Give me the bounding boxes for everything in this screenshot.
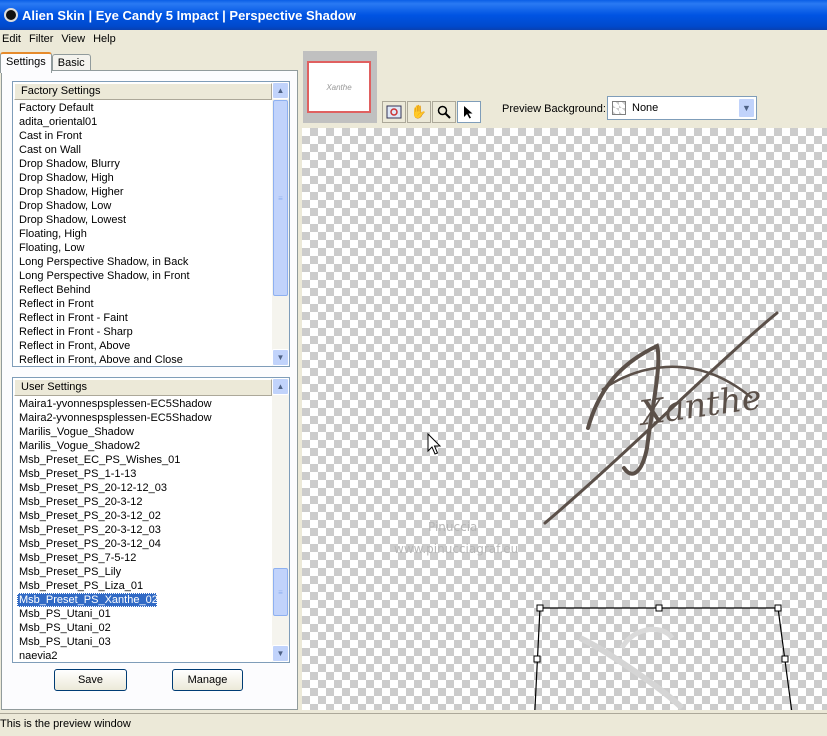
factory-settings-header[interactable]: Factory Settings xyxy=(14,83,272,100)
scroll-down-icon[interactable]: ▼ xyxy=(272,349,289,366)
pointer-icon[interactable] xyxy=(457,101,481,123)
list-item[interactable]: Floating, Low xyxy=(14,241,272,255)
app-icon xyxy=(4,8,18,22)
transform-handle xyxy=(781,655,789,663)
user-settings-header[interactable]: User Settings xyxy=(14,379,272,396)
list-item[interactable]: Cast on Wall xyxy=(14,143,272,157)
transform-handle xyxy=(533,655,541,663)
user-settings-scrollbar[interactable]: ▲ ≡ ▼ xyxy=(272,378,289,662)
watermark-url: www.pinucciagraf.eu xyxy=(394,542,519,556)
list-item[interactable]: Msb_Preset_PS_7-5-12 xyxy=(14,551,272,565)
list-item[interactable]: Maira1-yvonnespsplessen-EC5Shadow xyxy=(14,397,272,411)
status-bar: This is the preview window xyxy=(0,713,827,736)
preview-background-value: None xyxy=(632,102,659,114)
list-item[interactable]: Msb_Preset_PS_20-12-12_03 xyxy=(14,481,272,495)
list-item[interactable]: naevia2 xyxy=(14,649,272,663)
scroll-thumb[interactable]: ≡ xyxy=(273,568,288,616)
preview-toolbar: ✋ xyxy=(382,101,481,123)
list-item[interactable]: Msb_PS_Utani_03 xyxy=(14,635,272,649)
list-item[interactable]: Reflect in Front xyxy=(14,297,272,311)
list-item[interactable]: Long Perspective Shadow, in Back xyxy=(14,255,272,269)
list-item[interactable]: Msb_Preset_PS_1-1-13 xyxy=(14,467,272,481)
list-item[interactable]: Reflect in Front, Above and Close xyxy=(14,353,272,367)
menu-view[interactable]: View xyxy=(59,33,91,45)
title-bar: Alien Skin | Eye Candy 5 Impact | Perspe… xyxy=(0,0,827,30)
list-item[interactable]: Reflect in Front, Above xyxy=(14,339,272,353)
preview-canvas[interactable]: Xanthe Pinuccia www.pinucciagraf.eu xyxy=(302,128,827,710)
transform-handle xyxy=(536,604,544,612)
window-title: Alien Skin | Eye Candy 5 Impact | Perspe… xyxy=(22,7,356,23)
list-item[interactable]: Long Perspective Shadow, in Front xyxy=(14,269,272,283)
shadow-ghost-stroke xyxy=(619,626,675,650)
list-item[interactable]: Reflect Behind xyxy=(14,283,272,297)
thumbnail-artwork: Xanthe xyxy=(326,82,352,92)
menu-bar: Edit Filter View Help xyxy=(0,30,827,48)
list-item[interactable]: Msb_Preset_PS_20-3-12_02 xyxy=(14,509,272,523)
list-item[interactable]: Msb_Preset_PS_20-3-12_03 xyxy=(14,523,272,537)
list-item[interactable]: Msb_Preset_PS_20-3-12_04 xyxy=(14,537,272,551)
preview-panel: Xanthe ✋ Preview Background: None ▼ Xant… xyxy=(300,48,827,710)
factory-settings-scrollbar[interactable]: ▲ ≡ ▼ xyxy=(272,82,289,366)
list-item[interactable]: Drop Shadow, Blurry xyxy=(14,157,272,171)
list-item[interactable]: Reflect in Front - Faint xyxy=(14,311,272,325)
save-button[interactable]: Save xyxy=(54,669,127,691)
list-item[interactable]: Floating, High xyxy=(14,227,272,241)
scroll-down-icon[interactable]: ▼ xyxy=(272,645,289,662)
factory-settings-items: Factory Default adita_oriental01 Cast in F… xyxy=(14,101,272,367)
tab-settings[interactable]: Settings xyxy=(0,52,52,73)
preview-artwork: Xanthe xyxy=(427,311,793,710)
menu-help[interactable]: Help xyxy=(91,33,122,45)
list-item[interactable]: Cast in Front xyxy=(14,129,272,143)
tab-strip: Settings Basic xyxy=(0,52,91,73)
settings-tab-body: Factory Settings Factory Default adita_or… xyxy=(1,70,298,710)
list-item[interactable]: Msb_Preset_PS_Lily xyxy=(14,565,272,579)
user-settings-items: Maira1-yvonnespsplessen-EC5Shadow Maira2-… xyxy=(14,397,272,663)
list-item[interactable]: Msb_PS_Utani_02 xyxy=(14,621,272,635)
chevron-down-icon[interactable]: ▼ xyxy=(738,98,755,118)
shadow-ghost-stroke xyxy=(578,635,685,710)
list-item[interactable]: Msb_PS_Utani_01 xyxy=(14,607,272,621)
menu-filter[interactable]: Filter xyxy=(27,33,59,45)
manage-button[interactable]: Manage xyxy=(172,669,243,691)
settings-panel: Settings Basic Factory Settings Factory … xyxy=(0,48,300,710)
list-item[interactable]: Drop Shadow, Low xyxy=(14,199,272,213)
scroll-up-icon[interactable]: ▲ xyxy=(272,82,289,99)
list-item[interactable]: Marilis_Vogue_Shadow xyxy=(14,425,272,439)
menu-edit[interactable]: Edit xyxy=(0,33,27,45)
list-item[interactable]: Msb_Preset_PS_20-3-12 xyxy=(14,495,272,509)
list-item[interactable]: Msb_Preset_PS_Xanthe_02 xyxy=(17,593,158,607)
list-item[interactable]: Drop Shadow, High xyxy=(14,171,272,185)
navigator-icon[interactable] xyxy=(382,101,406,123)
transform-handle xyxy=(655,604,663,612)
preview-background-select[interactable]: None ▼ xyxy=(607,96,757,120)
list-item[interactable]: Msb_Preset_PS_Liza_01 xyxy=(14,579,272,593)
factory-settings-list: Factory Settings Factory Default adita_or… xyxy=(12,81,290,367)
list-item[interactable]: Maira2-yvonnespsplessen-EC5Shadow xyxy=(14,411,272,425)
list-item[interactable]: Marilis_Vogue_Shadow2 xyxy=(14,439,272,453)
transform-handle xyxy=(774,604,782,612)
navigator-thumbnail[interactable]: Xanthe xyxy=(303,51,377,123)
scroll-up-icon[interactable]: ▲ xyxy=(272,378,289,395)
list-item[interactable]: Reflect in Front - Sharp xyxy=(14,325,272,339)
mouse-cursor-icon xyxy=(427,432,442,455)
list-item[interactable]: Factory Default xyxy=(14,101,272,115)
hand-icon[interactable]: ✋ xyxy=(407,101,431,123)
list-item[interactable]: adita_oriental01 xyxy=(14,115,272,129)
list-item[interactable]: Drop Shadow, Higher xyxy=(14,185,272,199)
list-item[interactable]: Msb_Preset_EC_PS_Wishes_01 xyxy=(14,453,272,467)
transparency-swatch-icon xyxy=(612,101,626,115)
navigator-viewport[interactable]: Xanthe xyxy=(307,61,371,113)
scroll-thumb[interactable]: ≡ xyxy=(273,100,288,296)
list-item[interactable]: Drop Shadow, Lowest xyxy=(14,213,272,227)
user-settings-list: User Settings Maira1-yvonnespsplessen-EC… xyxy=(12,377,290,663)
zoom-icon[interactable] xyxy=(432,101,456,123)
watermark-name: Pinuccia xyxy=(428,520,478,534)
preview-background-label: Preview Background: xyxy=(502,103,606,115)
